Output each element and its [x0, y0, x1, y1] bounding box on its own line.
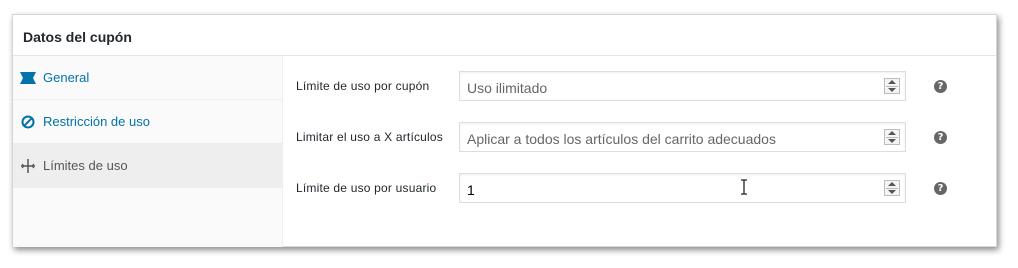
tab-usage-restriction-label: Restricción de uso: [43, 114, 150, 129]
ticket-icon: [20, 70, 36, 86]
limit-usage-to-x-items-input[interactable]: Aplicar a todos los artículos del carrit…: [459, 122, 906, 152]
limit-usage-to-x-items-label: Limitar el uso a X artículos: [296, 130, 443, 144]
panel-header: Datos del cupón: [13, 15, 996, 56]
usage-limit-per-coupon-label: Límite de uso por cupón: [296, 79, 430, 93]
usage-limit-per-coupon-input[interactable]: Uso ilimitado: [459, 71, 906, 101]
coupon-data-panel: Datos del cupón General Restricción de u…: [12, 14, 997, 247]
limits-icon: [20, 158, 36, 174]
number-stepper[interactable]: [884, 78, 900, 94]
usage-limit-per-user-input[interactable]: 1: [459, 173, 906, 203]
usage-limit-per-user-value: 1: [467, 182, 475, 198]
tab-usage-limits-label: Límites de uso: [43, 158, 128, 173]
ban-icon: [20, 114, 36, 130]
number-stepper[interactable]: [884, 129, 900, 145]
panel-title: Datos del cupón: [23, 29, 132, 45]
text-cursor-icon: [741, 179, 747, 195]
usage-limits-fields: Límite de uso por cupón Uso ilimitado ? …: [296, 56, 996, 246]
help-icon[interactable]: ?: [934, 80, 947, 93]
tab-usage-restriction[interactable]: Restricción de uso: [13, 100, 282, 144]
tab-usage-limits[interactable]: Límites de uso: [13, 144, 282, 188]
usage-limit-per-user-label: Límite de uso por usuario: [296, 181, 437, 195]
tab-general[interactable]: General: [13, 56, 282, 100]
tab-general-label: General: [43, 70, 90, 85]
usage-limit-per-user-row: Límite de uso por usuario 1 ?: [296, 173, 976, 205]
usage-limit-per-coupon-placeholder: Uso ilimitado: [467, 80, 548, 96]
help-icon[interactable]: ?: [934, 131, 947, 144]
number-stepper[interactable]: [884, 180, 900, 196]
limit-usage-to-x-items-placeholder: Aplicar a todos los artículos del carrit…: [467, 131, 776, 147]
limit-usage-to-x-items-row: Limitar el uso a X artículos Aplicar a t…: [296, 122, 976, 154]
usage-limit-per-coupon-row: Límite de uso por cupón Uso ilimitado ?: [296, 71, 976, 103]
coupon-tabs: General Restricción de uso Límites de us…: [13, 56, 283, 247]
help-icon[interactable]: ?: [934, 182, 947, 195]
